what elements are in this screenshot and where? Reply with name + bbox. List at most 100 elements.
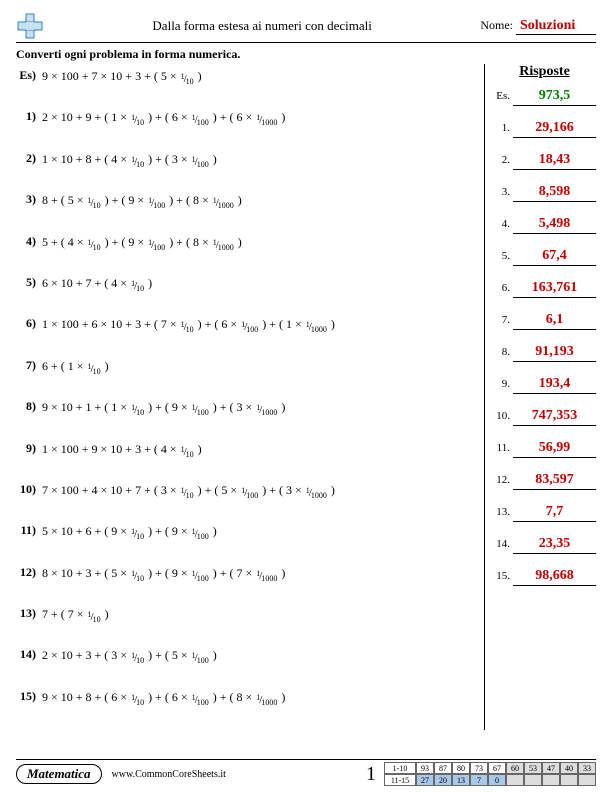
problem-expression: 6 + ( 1 × 1/10 ) (42, 358, 476, 377)
answer-label: 13. (493, 506, 513, 518)
answers-column: Risposte Es.973,51.29,1662.18,433.8,5984… (484, 64, 596, 730)
problem-row: 5)6 × 10 + 7 + ( 4 × 1/10 ) (16, 275, 476, 294)
score-cell: 13 (452, 774, 470, 786)
problem-row: 9)1 × 100 + 9 × 10 + 3 + ( 4 × 1/10 ) (16, 441, 476, 460)
answer-value: 29,166 (513, 120, 596, 138)
answer-label: 14. (493, 538, 513, 550)
score-cell (524, 774, 542, 786)
fraction: 1/100 (241, 318, 258, 335)
answer-label: 10. (493, 410, 513, 422)
problem-expression: 5 × 10 + 6 + ( 9 × 1/10 ) + ( 9 × 1/100 … (42, 523, 476, 542)
fraction: 1/100 (192, 153, 209, 170)
problem-row: 15)9 × 10 + 8 + ( 6 × 1/10 ) + ( 6 × 1/1… (16, 689, 476, 708)
score-cell: 1-10 (384, 762, 416, 774)
score-cell: 27 (416, 774, 434, 786)
answer-row: 15.98,668 (493, 568, 596, 586)
problem-expression: 9 × 10 + 8 + ( 6 × 1/10 ) + ( 6 × 1/100 … (42, 689, 476, 708)
problem-number: Es) (16, 68, 42, 83)
answer-row: 6.163,761 (493, 280, 596, 298)
problem-expression: 7 × 100 + 4 × 10 + 7 + ( 3 × 1/10 ) + ( … (42, 482, 476, 501)
answer-value: 973,5 (513, 88, 596, 106)
problem-row: 4)5 + ( 4 × 1/10 ) + ( 9 × 1/100 ) + ( 8… (16, 234, 476, 253)
problem-number: 15) (16, 689, 42, 704)
problem-row: Es)9 × 100 + 7 × 10 + 3 + ( 5 × 1/10 ) (16, 68, 476, 87)
answer-value: 23,35 (513, 536, 596, 554)
fraction: 1/10 (88, 194, 101, 211)
problem-expression: 8 + ( 5 × 1/10 ) + ( 9 × 1/100 ) + ( 8 ×… (42, 192, 476, 211)
answer-value: 163,761 (513, 280, 596, 298)
score-cell: 67 (488, 762, 506, 774)
score-cell (542, 774, 560, 786)
problems-column: Es)9 × 100 + 7 × 10 + 3 + ( 5 × 1/10 ) 1)… (16, 64, 484, 730)
answer-label: 2. (493, 154, 513, 166)
problem-number: 14) (16, 647, 42, 662)
fraction: 1/100 (148, 236, 165, 253)
answer-value: 18,43 (513, 152, 596, 170)
name-value: Soluzioni (516, 18, 596, 35)
score-cell: 20 (434, 774, 452, 786)
fraction: 1/100 (241, 484, 258, 501)
answer-label: 9. (493, 378, 513, 390)
problem-expression: 5 + ( 4 × 1/10 ) + ( 9 × 1/100 ) + ( 8 ×… (42, 234, 476, 253)
fraction: 1/10 (88, 236, 101, 253)
answer-label: 6. (493, 282, 513, 294)
score-cell: 93 (416, 762, 434, 774)
answer-label: 11. (493, 442, 513, 454)
problem-row: 2)1 × 10 + 8 + ( 4 × 1/10 ) + ( 3 × 1/10… (16, 151, 476, 170)
fraction: 1/10 (181, 443, 194, 460)
answer-value: 8,598 (513, 184, 596, 202)
answer-value: 747,353 (513, 408, 596, 426)
fraction: 1/1000 (256, 691, 277, 708)
problem-expression: 1 × 10 + 8 + ( 4 × 1/10 ) + ( 3 × 1/100 … (42, 151, 476, 170)
problem-expression: 2 × 10 + 3 + ( 3 × 1/10 ) + ( 5 × 1/100 … (42, 647, 476, 666)
score-cell: 60 (506, 762, 524, 774)
fraction: 1/1000 (306, 484, 327, 501)
problem-row: 6)1 × 100 + 6 × 10 + 3 + ( 7 × 1/10 ) + … (16, 316, 476, 335)
problem-number: 2) (16, 151, 42, 166)
answer-label: 5. (493, 250, 513, 262)
fraction: 1/1000 (256, 401, 277, 418)
answer-label: 7. (493, 314, 513, 326)
fraction: 1/1000 (213, 236, 234, 253)
fraction: 1/10 (131, 111, 144, 128)
answer-label: 4. (493, 218, 513, 230)
fraction: 1/100 (192, 401, 209, 418)
problem-expression: 9 × 10 + 1 + ( 1 × 1/10 ) + ( 9 × 1/100 … (42, 399, 476, 418)
fraction: 1/10 (181, 484, 194, 501)
problem-expression: 7 + ( 7 × 1/10 ) (42, 606, 476, 625)
answer-row: 1.29,166 (493, 120, 596, 138)
problem-number: 1) (16, 109, 42, 124)
answer-row: 12.83,597 (493, 472, 596, 490)
fraction: 1/10 (131, 649, 144, 666)
problem-number: 8) (16, 399, 42, 414)
problem-expression: 9 × 100 + 7 × 10 + 3 + ( 5 × 1/10 ) (42, 68, 476, 87)
problem-row: 14)2 × 10 + 3 + ( 3 × 1/10 ) + ( 5 × 1/1… (16, 647, 476, 666)
fraction: 1/100 (192, 111, 209, 128)
answer-label: 8. (493, 346, 513, 358)
problem-expression: 1 × 100 + 6 × 10 + 3 + ( 7 × 1/10 ) + ( … (42, 316, 476, 335)
score-cell: 47 (542, 762, 560, 774)
fraction: 1/100 (192, 649, 209, 666)
answer-label: 12. (493, 474, 513, 486)
fraction: 1/1000 (213, 194, 234, 211)
instruction-text: Converti ogni problema in forma numerica… (16, 47, 596, 62)
subject-box: Matematica (16, 764, 102, 784)
worksheet-header: Dalla forma estesa ai numeri con decimal… (16, 12, 596, 43)
answer-row: 2.18,43 (493, 152, 596, 170)
problem-number: 11) (16, 523, 42, 538)
answer-value: 193,4 (513, 376, 596, 394)
answer-value: 67,4 (513, 248, 596, 266)
fraction: 1/100 (192, 691, 209, 708)
fraction: 1/10 (88, 608, 101, 625)
score-cell: 11-15 (384, 774, 416, 786)
answer-label: 15. (493, 570, 513, 582)
problem-row: 8)9 × 10 + 1 + ( 1 × 1/10 ) + ( 9 × 1/10… (16, 399, 476, 418)
answer-row: 11.56,99 (493, 440, 596, 458)
answer-value: 91,193 (513, 344, 596, 362)
fraction: 1/10 (131, 277, 144, 294)
score-cell (560, 774, 578, 786)
problem-expression: 2 × 10 + 9 + ( 1 × 1/10 ) + ( 6 × 1/100 … (42, 109, 476, 128)
score-cell: 73 (470, 762, 488, 774)
problem-row: 1)2 × 10 + 9 + ( 1 × 1/10 ) + ( 6 × 1/10… (16, 109, 476, 128)
answer-row: 14.23,35 (493, 536, 596, 554)
